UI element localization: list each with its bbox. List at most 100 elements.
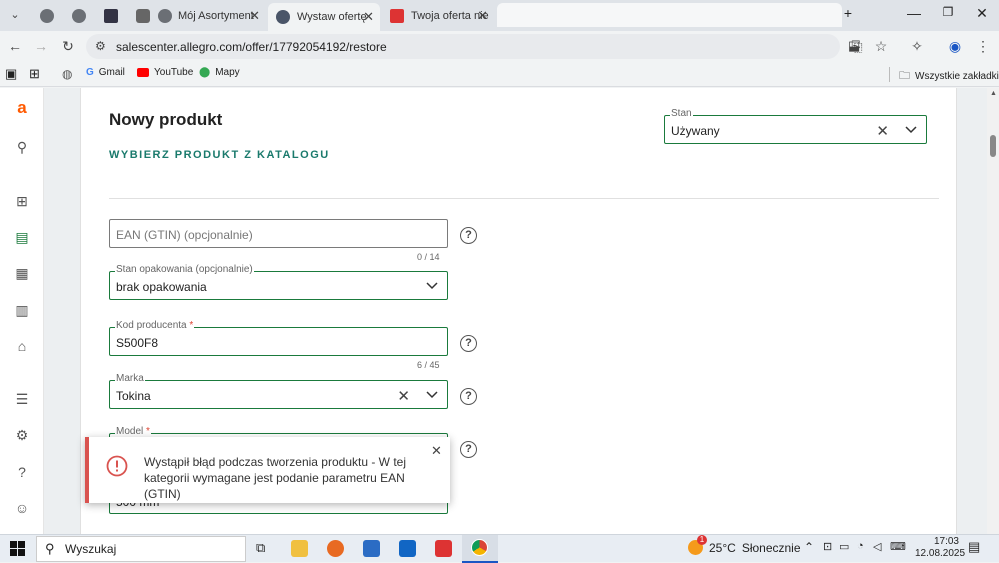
bookmark-youtube[interactable]: YouTube	[137, 67, 193, 78]
scroll-up-icon[interactable]: ▲	[990, 90, 997, 97]
packaging-select[interactable]: Stan opakowania (opcjonalnie) brak opako…	[109, 264, 448, 300]
bookmark-maps[interactable]: ⬤ Mapy	[199, 67, 240, 78]
clear-icon[interactable]: ✕	[397, 387, 410, 405]
close-icon[interactable]: ✕	[431, 443, 442, 459]
account-icon[interactable]: ☺	[14, 500, 30, 516]
brand-select[interactable]: Marka Tokina ✕	[109, 373, 448, 409]
tab-2[interactable]	[64, 4, 92, 28]
tab-1[interactable]	[32, 4, 60, 28]
gift-app-icon[interactable]	[435, 540, 452, 557]
close-icon[interactable]: ✕	[363, 9, 374, 25]
weather-desc: Słonecznie	[741, 540, 801, 555]
extensions-icon[interactable]: ✧	[908, 38, 926, 54]
meet-icon[interactable]: ⊡	[823, 540, 832, 553]
search-icon[interactable]: ⚲	[14, 139, 30, 155]
close-window-icon[interactable]: ✕	[972, 5, 992, 22]
profile-icon[interactable]: ◉	[946, 38, 964, 54]
address-bar[interactable]: ⚙ salescenter.allegro.com/offer/17792054…	[86, 34, 860, 59]
brand-label: Marka	[115, 373, 145, 385]
grey-square-icon	[136, 9, 150, 23]
globe-icon	[276, 10, 290, 24]
scrollbar-thumb[interactable]	[990, 135, 996, 157]
tab-moj-asortyment[interactable]: Mój Asortyment ✕	[128, 4, 266, 28]
sun-icon: 1	[688, 535, 707, 555]
allegro-logo-icon[interactable]: a	[14, 99, 30, 116]
manufacturer-code-label: Kod producenta *	[115, 320, 195, 332]
catalog-icon[interactable]: ▥	[14, 302, 30, 318]
outlook-icon[interactable]	[399, 540, 416, 557]
taskbar-search[interactable]: ⚲ Wyszukaj	[36, 536, 246, 562]
left-nav: a ⚲ ⊞ ▤ ▦ ▥ ⌂ ☰ ⚙ ? ☺	[0, 88, 44, 534]
settings-icon[interactable]: ⚙	[14, 427, 30, 443]
manufacturer-code-value: S500F8	[116, 336, 159, 350]
chevron-down-icon	[905, 126, 917, 134]
packaging-value: brak opakowania	[116, 280, 207, 294]
apps-grid-icon[interactable]: ⊞	[29, 66, 40, 82]
volume-icon[interactable]: ◁	[873, 540, 881, 553]
firefox-icon[interactable]	[327, 540, 344, 557]
bookmark-globe[interactable]: ◍	[62, 67, 72, 81]
manufacturer-code-input[interactable]: Kod producenta * S500F8	[109, 320, 448, 356]
help-icon[interactable]: ?	[460, 335, 477, 352]
required-marker: *	[189, 320, 194, 331]
condition-select[interactable]: Stan Używany ✕	[664, 108, 927, 144]
keyboard-icon[interactable]: ⌨	[890, 540, 906, 553]
site-favicon-icon	[104, 9, 118, 23]
help-icon[interactable]: ?	[460, 388, 477, 405]
restore-icon[interactable]: ❐	[938, 5, 958, 19]
globe-icon	[158, 9, 172, 23]
site-info-icon[interactable]: ⚙	[95, 39, 106, 53]
globe-icon	[40, 9, 54, 23]
close-icon[interactable]: ✕	[477, 8, 488, 24]
dashboard-icon[interactable]: ⊞	[14, 193, 30, 209]
weather-badge: 1	[697, 535, 707, 545]
install-icon[interactable]: ⎘	[848, 38, 866, 54]
tab-twoja-oferta[interactable]: Twoja oferta nie ✕	[382, 4, 494, 28]
clear-icon[interactable]: ✕	[876, 122, 889, 140]
chevron-up-icon[interactable]: ⌃	[804, 540, 814, 554]
bookmarks-bar: ▣ ⊞ ◍ G Gmail YouTube ⬤ Mapy 🗀 Wszystkie za…	[0, 62, 999, 87]
choose-from-catalog-link[interactable]: WYBIERZ PRODUKT Z KATALOGU	[109, 149, 330, 161]
notifications-icon[interactable]: ▤	[968, 539, 980, 555]
ean-input[interactable]: EAN (GTIN) (opcjonalnie)	[109, 219, 448, 248]
messages-icon[interactable]: ☰	[14, 391, 30, 407]
windows-start-icon[interactable]	[10, 541, 25, 556]
clock[interactable]: 17:03 12.08.2025	[915, 536, 965, 560]
error-toast: Wystąpił błąd podczas tworzenia produktu…	[85, 437, 450, 503]
store-icon[interactable]	[363, 540, 380, 557]
battery-icon[interactable]: ▭	[839, 540, 849, 553]
minimize-icon[interactable]: —	[904, 5, 924, 21]
chevron-down-icon	[426, 391, 438, 399]
new-tab-icon[interactable]: +	[838, 5, 858, 21]
globe-icon	[72, 9, 86, 23]
condition-label: Stan	[670, 108, 693, 120]
task-view-icon[interactable]: ⧉	[256, 540, 265, 556]
chrome-taskbar-button[interactable]	[462, 535, 498, 563]
tag-icon[interactable]: ⌂	[14, 338, 30, 354]
help-icon[interactable]: ?	[14, 464, 30, 480]
help-icon[interactable]: ?	[460, 441, 477, 458]
menu-icon[interactable]: ⋮	[974, 38, 992, 54]
weather-widget[interactable]: 1 25°C Słonecznie	[688, 535, 801, 555]
file-explorer-icon[interactable]	[291, 540, 308, 557]
browser-toolbar: ← → ↻ ⚙ salescenter.allegro.com/offer/17…	[0, 31, 999, 62]
help-icon[interactable]: ?	[460, 227, 477, 244]
tab-wystaw-oferte[interactable]: Wystaw ofertę ✕	[268, 3, 380, 31]
bookmark-star-icon[interactable]: ☆	[872, 38, 890, 54]
close-icon[interactable]: ✕	[249, 8, 260, 24]
sidebar-toggle-icon[interactable]: ▣	[5, 66, 17, 82]
back-icon[interactable]: ←	[6, 38, 24, 54]
orders-icon[interactable]: ▦	[14, 265, 30, 281]
url-text: salescenter.allegro.com/offer/1779205419…	[116, 39, 387, 54]
offers-icon[interactable]: ▤	[14, 229, 30, 245]
required-marker: *	[146, 426, 150, 437]
bookmark-gmail[interactable]: G Gmail	[86, 67, 125, 78]
time: 17:03	[933, 536, 959, 547]
page-scrollbar[interactable]: ▲	[987, 88, 999, 534]
all-bookmarks[interactable]: 🗀 Wszystkie zakładki	[899, 67, 999, 86]
tab-3[interactable]	[96, 4, 124, 28]
reload-icon[interactable]: ↻	[59, 38, 77, 54]
forward-icon[interactable]: →	[32, 38, 50, 54]
wifi-icon[interactable]: ◔	[857, 540, 864, 552]
tab-search-icon[interactable]: ⌄	[6, 7, 24, 23]
